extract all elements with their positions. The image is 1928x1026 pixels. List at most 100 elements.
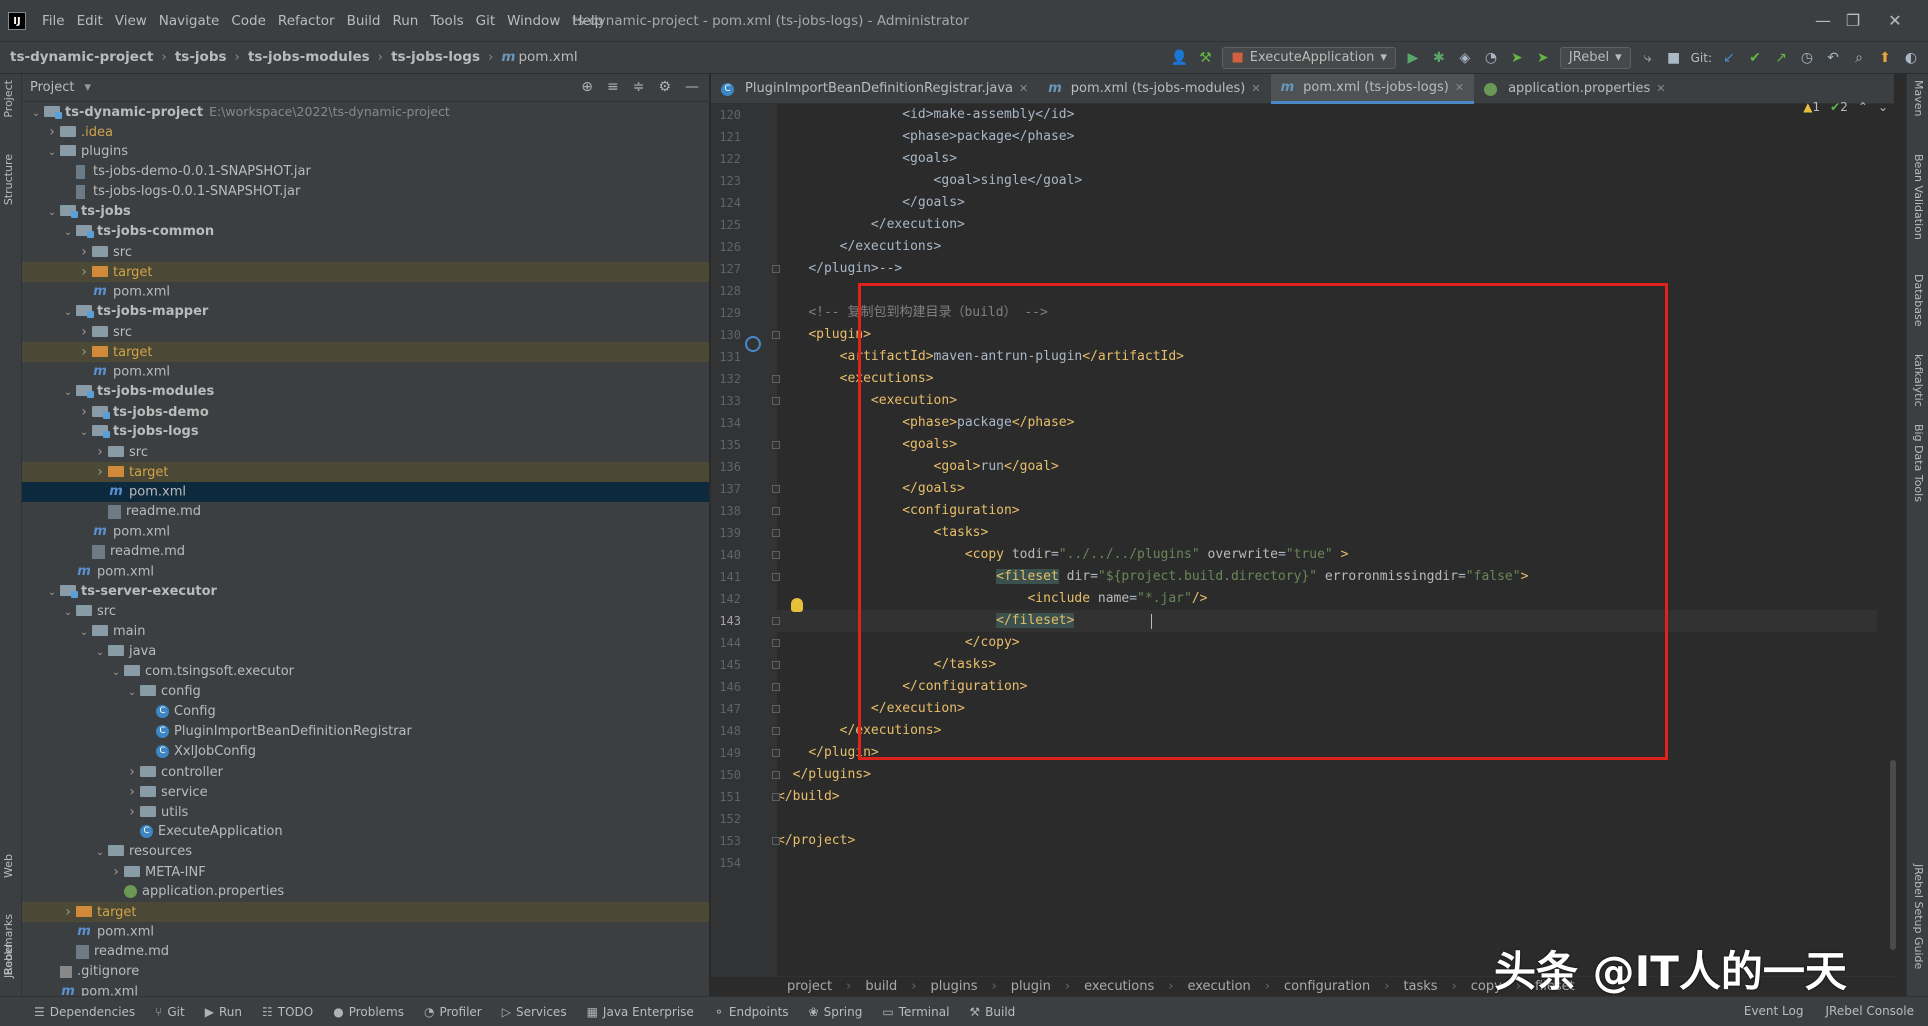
collapse-arrow-icon[interactable]: › (76, 342, 92, 362)
tree-item[interactable]: readme.md (22, 942, 709, 962)
collapse-all-icon[interactable]: ≑ (633, 79, 645, 95)
tab-close-icon[interactable]: ✕ (1455, 74, 1464, 102)
xml-breadcrumb-item[interactable]: executions (1084, 979, 1154, 994)
search-icon[interactable]: ⌕ (1850, 49, 1868, 67)
xml-breadcrumb-item[interactable]: tasks (1403, 979, 1437, 994)
collapse-arrow-icon[interactable]: › (92, 442, 108, 462)
tree-item[interactable]: m pom.xml (22, 482, 709, 502)
debug-icon[interactable]: ✱ (1430, 49, 1448, 67)
tree-item[interactable]: m pom.xml (22, 282, 709, 302)
tree-item[interactable]: › src (22, 242, 709, 262)
editor-scrollbar[interactable] (1890, 760, 1896, 950)
tree-item[interactable]: ⌄ ts-jobs-modules (22, 382, 709, 402)
git-commit-icon[interactable]: ✔ (1746, 49, 1764, 67)
fold-marker-icon[interactable] (772, 551, 780, 559)
tree-item[interactable]: ⌄ ts-jobs-logs (22, 422, 709, 442)
inspection-widget[interactable]: ▲1 ✔2 ⌃ ⌄ (1803, 100, 1888, 114)
jrebel-setup-guide-tab[interactable]: JRebel Setup Guide (1912, 864, 1925, 969)
tree-item[interactable]: C XxlJobConfig (22, 742, 709, 762)
tree-item[interactable]: › target (22, 902, 709, 922)
fold-marker-icon[interactable] (772, 485, 780, 493)
menu-item-window[interactable]: Window (501, 12, 566, 30)
minimize-icon[interactable]: — (1812, 10, 1834, 32)
menu-item-build[interactable]: Build (341, 12, 387, 30)
expand-arrow-icon[interactable]: ⌄ (44, 143, 60, 163)
breadcrumb-item[interactable]: ts-jobs-logs (391, 49, 480, 65)
collapse-arrow-icon[interactable]: › (92, 462, 108, 482)
bottom-tool-build[interactable]: ⚒ Build (969, 1005, 1015, 1019)
expand-arrow-icon[interactable]: ⌄ (28, 104, 44, 124)
xml-breadcrumb-item[interactable]: build (865, 979, 897, 994)
menu-item-code[interactable]: Code (225, 12, 272, 30)
tree-item[interactable]: › service (22, 782, 709, 802)
menu-item-git[interactable]: Git (470, 12, 502, 30)
tree-item[interactable]: ⌄ ts-dynamic-project E:\workspace\2022\ts-… (22, 102, 709, 122)
bottom-tool-profiler[interactable]: ◔ Profiler (424, 1005, 482, 1019)
hide-panel-icon[interactable]: — (685, 79, 699, 95)
tree-item[interactable]: › target (22, 262, 709, 282)
breadcrumb-item[interactable]: ts-dynamic-project (10, 49, 153, 65)
git-push-icon[interactable]: ↗ (1772, 49, 1790, 67)
fold-marker-icon[interactable] (772, 617, 780, 625)
expand-arrow-icon[interactable]: ⌄ (60, 603, 76, 623)
fold-marker-icon[interactable] (772, 793, 780, 801)
expand-arrow-icon[interactable]: ⌄ (124, 683, 140, 703)
prev-highlight-icon[interactable]: ⌃ (1858, 100, 1868, 114)
git-update-icon[interactable]: ↙ (1720, 49, 1738, 67)
breadcrumb-item[interactable]: pom.xml (518, 49, 577, 65)
history-icon[interactable]: ◷ (1798, 49, 1816, 67)
tree-item[interactable]: m pom.xml (22, 922, 709, 942)
bottom-tool-services[interactable]: ▷ Services (502, 1005, 567, 1019)
expand-arrow-icon[interactable]: ⌄ (44, 583, 60, 603)
expand-arrow-icon[interactable]: ⌄ (76, 423, 92, 443)
bean-validation-tool-tab[interactable]: Bean Validation (1912, 154, 1925, 240)
tree-item[interactable]: ⌄ main (22, 622, 709, 642)
expand-all-icon[interactable]: ≡ (607, 79, 619, 95)
bottom-tool-spring[interactable]: ❀ Spring (809, 1005, 863, 1019)
expand-arrow-icon[interactable]: ⌄ (92, 643, 108, 663)
bottom-tool-run[interactable]: ▶ Run (205, 1005, 242, 1019)
tree-item[interactable]: › ts-jobs-demo (22, 402, 709, 422)
menu-item-run[interactable]: Run (386, 12, 424, 30)
bottom-right-event-log[interactable]: Event Log (1744, 1004, 1804, 1018)
tree-item[interactable]: C Config (22, 702, 709, 722)
expand-arrow-icon[interactable]: ⌄ (108, 663, 124, 683)
tree-item[interactable]: › META-INF (22, 862, 709, 882)
tab-close-icon[interactable]: ✕ (1251, 75, 1260, 103)
fold-marker-icon[interactable] (772, 661, 780, 669)
xml-breadcrumb-item[interactable]: project (787, 979, 832, 994)
fold-marker-icon[interactable] (772, 683, 780, 691)
fold-marker-icon[interactable] (772, 727, 780, 735)
bottom-tool-dependencies[interactable]: ☰ Dependencies (34, 1005, 135, 1019)
fold-marker-icon[interactable] (772, 529, 780, 537)
update-icon[interactable]: ⬆ (1876, 49, 1894, 67)
tree-item[interactable]: m pom.xml (22, 362, 709, 382)
collapse-arrow-icon[interactable]: › (44, 122, 60, 142)
tree-item[interactable]: .gitignore (22, 962, 709, 982)
collapse-arrow-icon[interactable]: › (76, 402, 92, 422)
tree-item[interactable]: › utils (22, 802, 709, 822)
bottom-tool-git[interactable]: ⑂ Git (155, 1005, 185, 1019)
fold-marker-icon[interactable] (772, 397, 780, 405)
xml-breadcrumb-item[interactable]: plugin (1011, 979, 1051, 994)
tree-item[interactable]: m pom.xml (22, 522, 709, 542)
locate-icon[interactable]: ⊕ (581, 79, 593, 95)
tree-item[interactable]: › src (22, 322, 709, 342)
tree-item[interactable]: readme.md (22, 542, 709, 562)
tree-item[interactable]: › target (22, 462, 709, 482)
tree-item[interactable]: › controller (22, 762, 709, 782)
project-tool-tab[interactable]: Project (2, 80, 15, 118)
tab-close-icon[interactable]: ✕ (1019, 75, 1028, 103)
tree-item[interactable]: C PluginImportBeanDefinitionRegistrar (22, 722, 709, 742)
collapse-arrow-icon[interactable]: › (124, 782, 140, 802)
fold-marker-icon[interactable] (772, 837, 780, 845)
menu-item-edit[interactable]: Edit (71, 12, 109, 30)
collapse-arrow-icon[interactable]: › (76, 322, 92, 342)
fold-marker-icon[interactable] (772, 573, 780, 581)
maven-tool-tab[interactable]: Maven (1912, 80, 1925, 116)
run-config-select[interactable]: ■ ExecuteApplication ▾ (1222, 47, 1396, 69)
fold-marker-icon[interactable] (772, 705, 780, 713)
rollback-icon[interactable]: ↶ (1824, 49, 1842, 67)
tree-item[interactable]: › target (22, 342, 709, 362)
collapse-arrow-icon[interactable]: › (124, 762, 140, 782)
